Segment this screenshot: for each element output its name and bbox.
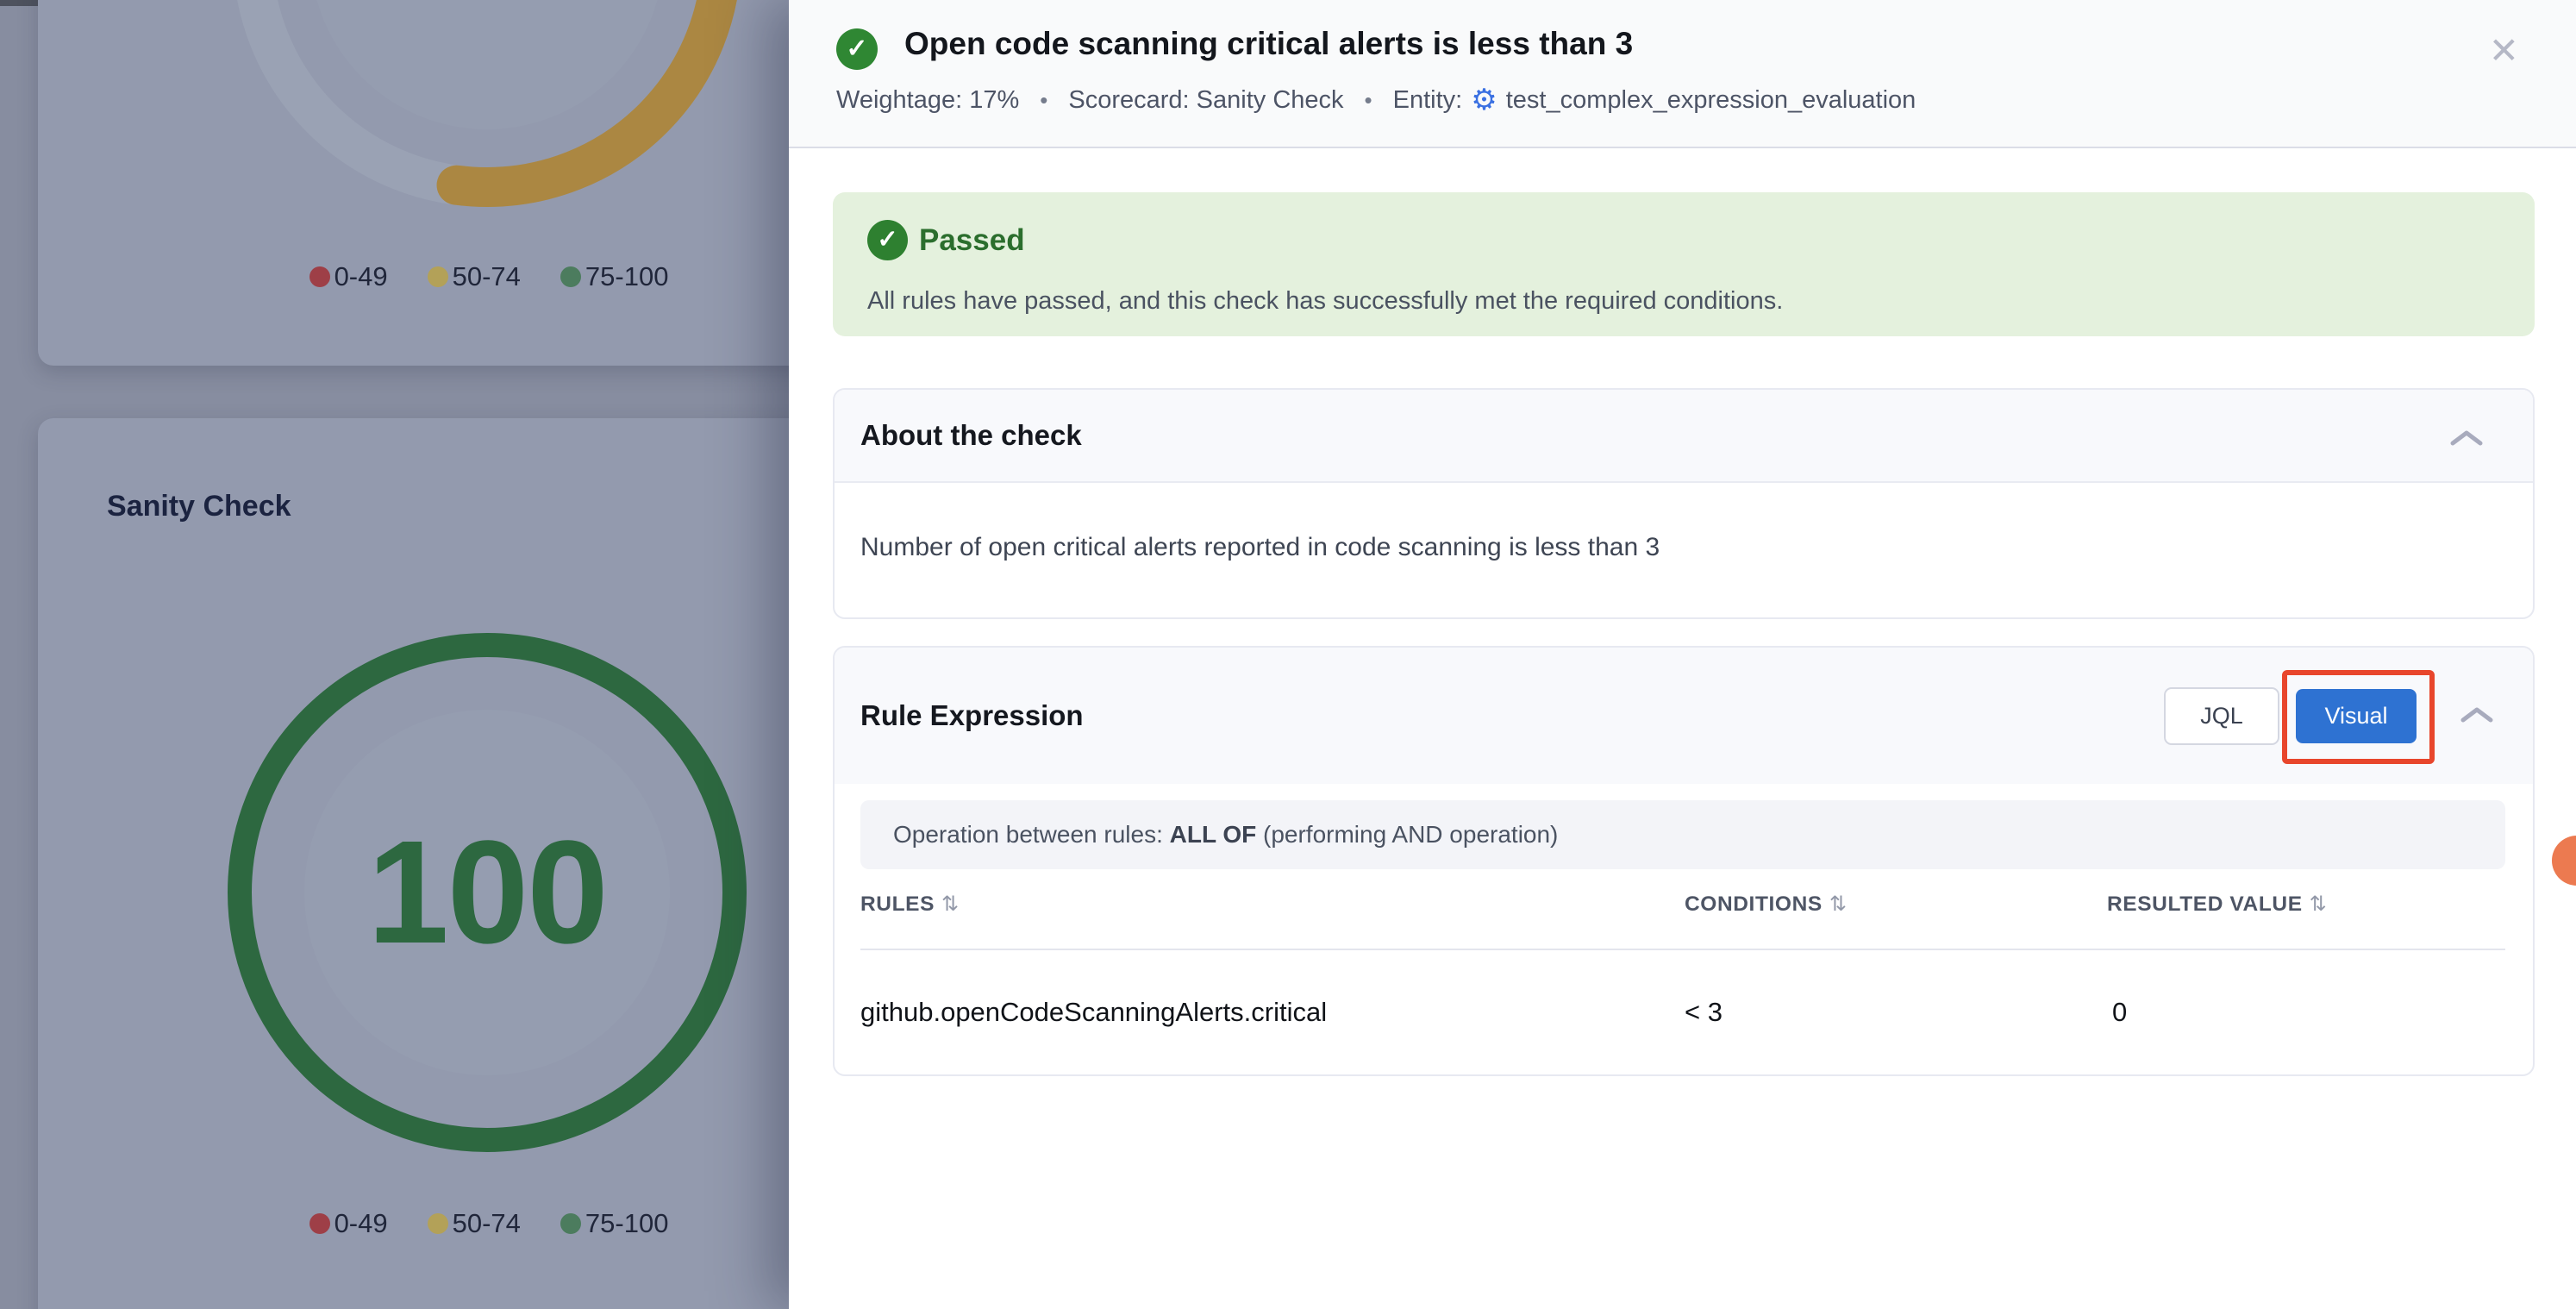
scorecard-title: Sanity Check — [107, 490, 291, 523]
jql-toggle-button[interactable]: JQL — [2164, 687, 2279, 745]
entity-name: test_complex_expression_evaluation — [1506, 86, 1916, 115]
rule-card-title: Rule Expression — [860, 699, 1084, 732]
sort-icon[interactable]: ⇅ — [941, 892, 960, 916]
check-details-drawer: ✓ Open code scanning critical alerts is … — [789, 0, 2576, 1309]
legend-dot-green — [560, 1213, 581, 1234]
column-header-resulted-value[interactable]: RESULTED VALUE⇅ — [2107, 892, 2327, 917]
about-card-header[interactable]: About the check — [835, 390, 2533, 483]
column-header-rules[interactable]: RULES⇅ — [860, 892, 960, 917]
legend-dot-red — [309, 1213, 330, 1234]
legend-label: 0-49 — [335, 261, 388, 292]
about-card-description: Number of open critical alerts reported … — [860, 533, 1660, 562]
legend-dot-yellow — [428, 266, 448, 287]
operation-text: Operation between rules: ALL OF (perform… — [893, 800, 1558, 869]
table-cell-rule: github.openCodeScanningAlerts.critical — [860, 997, 1327, 1028]
entity-chip[interactable]: Entity: ⚙ test_complex_expression_evalua… — [1393, 85, 1916, 115]
check-passed-icon: ✓ — [867, 220, 908, 260]
operation-between-rules-bar: Operation between rules: ALL OF (perform… — [860, 800, 2505, 869]
legend-item: 75-100 — [560, 1208, 669, 1239]
legend-label: 75-100 — [585, 261, 669, 292]
legend-dot-yellow — [428, 1213, 448, 1234]
table-cell-condition: < 3 — [1685, 997, 1723, 1028]
legend-item: 75-100 — [560, 261, 669, 292]
chevron-up-icon[interactable] — [2448, 428, 2485, 448]
sort-icon[interactable]: ⇅ — [1829, 892, 1848, 916]
legend-label: 75-100 — [585, 1208, 669, 1239]
entity-label: Entity: — [1393, 86, 1463, 115]
table-cell-resulted-value: 0 — [2112, 997, 2127, 1028]
sort-icon[interactable]: ⇅ — [2310, 892, 2328, 916]
rule-card-header: Rule Expression JQL Visual — [835, 648, 2533, 784]
dimmed-dashboard-background: 0-49 50-74 75-100 Sanity Check 100 0-49 … — [0, 0, 789, 1309]
check-passed-icon: ✓ — [836, 28, 878, 70]
close-icon[interactable]: ✕ — [2489, 29, 2519, 72]
gauge-score-value: 100 — [315, 811, 660, 974]
scorecard-card-top — [38, 0, 789, 366]
about-card-title: About the check — [860, 419, 1082, 452]
gauge-legend-top: 0-49 50-74 75-100 — [38, 261, 789, 292]
rule-expression-card: Rule Expression JQL Visual Operation bet… — [833, 646, 2535, 1076]
drawer-header: ✓ Open code scanning critical alerts is … — [789, 0, 2576, 148]
legend-label: 50-74 — [453, 1208, 521, 1239]
status-banner-passed: ✓ Passed All rules have passed, and this… — [833, 192, 2535, 336]
weightage-value: Weightage: 17% — [836, 86, 1019, 115]
legend-item: 50-74 — [428, 1208, 521, 1239]
column-header-conditions[interactable]: CONDITIONS⇅ — [1685, 892, 1848, 917]
legend-dot-red — [309, 266, 330, 287]
bullet-separator-icon: • — [1040, 87, 1047, 114]
scorecard-value: Scorecard: Sanity Check — [1068, 86, 1343, 115]
status-description: All rules have passed, and this check ha… — [867, 287, 1783, 316]
legend-item: 0-49 — [309, 261, 388, 292]
gauge-legend-sanity: 0-49 50-74 75-100 — [38, 1208, 789, 1239]
check-meta-row: Weightage: 17% • Scorecard: Sanity Check… — [836, 85, 1916, 115]
table-header-divider — [860, 949, 2505, 950]
legend-label: 0-49 — [335, 1208, 388, 1239]
legend-item: 50-74 — [428, 261, 521, 292]
bullet-separator-icon: • — [1365, 87, 1372, 114]
chevron-up-icon[interactable] — [2459, 705, 2495, 725]
annotation-highlight-box — [2282, 670, 2435, 764]
check-title: Open code scanning critical alerts is le… — [904, 26, 1633, 62]
status-title: Passed — [919, 223, 1025, 258]
legend-dot-green — [560, 266, 581, 287]
about-check-card: About the check Number of open critical … — [833, 388, 2535, 619]
gear-icon: ⚙ — [1471, 85, 1497, 115]
legend-item: 0-49 — [309, 1208, 388, 1239]
legend-label: 50-74 — [453, 261, 521, 292]
